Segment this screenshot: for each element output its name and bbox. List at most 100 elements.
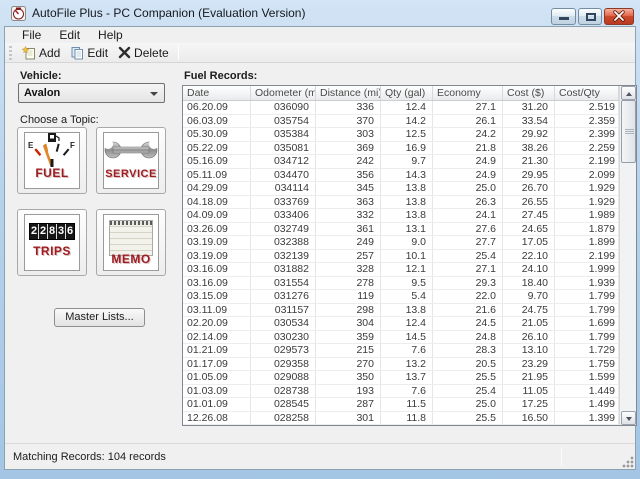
table-cell: 5.4 — [381, 290, 433, 303]
choose-topic-label: Choose a Topic: — [20, 114, 99, 126]
close-button[interactable] — [604, 8, 634, 25]
caption-buttons — [551, 8, 634, 25]
scroll-down-button[interactable] — [621, 411, 636, 425]
table-cell: 2.399 — [555, 128, 619, 141]
maximize-icon — [586, 13, 596, 21]
table-cell: 13.7 — [381, 371, 433, 384]
scrollbar-thumb[interactable] — [621, 100, 636, 163]
table-row[interactable]: 01.21.09 029573 215 7.6 28.3 13.10 1.729 — [183, 344, 636, 358]
table-cell: 7.6 — [381, 384, 433, 397]
column-header[interactable]: Odometer (mi) — [251, 86, 316, 100]
column-header[interactable]: Date — [183, 86, 251, 100]
column-header[interactable]: Cost ($) — [503, 86, 555, 100]
table-row[interactable]: 04.18.09 033769 363 13.8 26.3 26.55 1.929 — [183, 195, 636, 209]
maximize-button[interactable] — [578, 8, 602, 25]
table-cell: 24.2 — [433, 128, 503, 141]
table-row[interactable]: 02.14.09 030230 359 14.5 24.8 26.10 1.799 — [183, 330, 636, 344]
table-cell: 26.3 — [433, 195, 503, 208]
app-window: AutoFile Plus - PC Companion (Evaluation… — [0, 0, 640, 479]
table-row[interactable]: 05.11.09 034470 356 14.3 24.9 29.95 2.099 — [183, 168, 636, 182]
table-row[interactable]: 03.19.09 032388 249 9.0 27.7 17.05 1.899 — [183, 236, 636, 250]
table-row[interactable]: 03.16.09 031882 328 12.1 27.1 24.10 1.999 — [183, 263, 636, 277]
fuel-records-label: Fuel Records: — [184, 70, 258, 82]
table-cell: 01.17.09 — [183, 357, 251, 370]
table-cell: 1.939 — [555, 276, 619, 289]
title-bar[interactable]: AutoFile Plus - PC Companion (Evaluation… — [0, 0, 640, 26]
table-cell: 14.2 — [381, 114, 433, 127]
table-cell: 01.05.09 — [183, 371, 251, 384]
table-row[interactable]: 06.03.09 035754 370 14.2 26.1 33.54 2.359 — [183, 114, 636, 128]
table-cell: 24.1 — [433, 209, 503, 222]
table-cell: 034114 — [251, 182, 316, 195]
edit-button[interactable]: Edit — [65, 45, 113, 61]
table-cell: 369 — [316, 141, 381, 154]
matching-records-status: Matching Records: 104 records — [13, 451, 166, 463]
table-cell: 01.21.09 — [183, 344, 251, 357]
table-cell: 028738 — [251, 384, 316, 397]
table-cell: 24.9 — [433, 168, 503, 181]
table-cell: 119 — [316, 290, 381, 303]
table-cell: 1.999 — [555, 263, 619, 276]
table-cell: 370 — [316, 114, 381, 127]
table-cell: 01.03.09 — [183, 384, 251, 397]
column-header[interactable]: Economy — [433, 86, 503, 100]
odometer-digit: 3 — [56, 224, 65, 239]
service-button-label: SERVICE — [105, 168, 157, 180]
delete-button[interactable]: Delete — [113, 45, 174, 61]
table-cell: 336 — [316, 101, 381, 114]
table-cell: 1.449 — [555, 384, 619, 397]
minimize-button[interactable] — [551, 8, 576, 25]
table-row[interactable]: 02.20.09 030534 304 12.4 24.5 21.05 1.699 — [183, 317, 636, 331]
table-row[interactable]: 03.19.09 032139 257 10.1 25.4 22.10 2.199 — [183, 249, 636, 263]
client-area: File Edit Help Add Edit Delete Vehicle: … — [4, 26, 637, 470]
table-row[interactable]: 05.16.09 034712 242 9.7 24.9 21.30 2.199 — [183, 155, 636, 169]
column-header[interactable]: Distance (mi) — [316, 86, 381, 100]
table-row[interactable]: 03.16.09 031554 278 9.5 29.3 18.40 1.939 — [183, 276, 636, 290]
column-header[interactable]: Cost/Qty — [555, 86, 619, 100]
add-button[interactable]: Add — [17, 45, 65, 61]
table-row[interactable]: 06.20.09 036090 336 12.4 27.1 31.20 2.519 — [183, 101, 636, 115]
table-cell: 21.05 — [503, 317, 555, 330]
table-cell: 29.3 — [433, 276, 503, 289]
edit-button-label: Edit — [87, 45, 109, 60]
table-row[interactable]: 04.29.09 034114 345 13.8 25.0 26.70 1.929 — [183, 182, 636, 196]
table-cell: 359 — [316, 330, 381, 343]
table-cell: 14.5 — [381, 330, 433, 343]
table-row[interactable]: 12.26.08 028258 301 11.8 25.5 16.50 1.399 — [183, 411, 636, 425]
table-cell: 332 — [316, 209, 381, 222]
table-cell: 1.799 — [555, 330, 619, 343]
table-cell: 03.26.09 — [183, 222, 251, 235]
table-row[interactable]: 05.30.09 035384 303 12.5 24.2 29.92 2.399 — [183, 128, 636, 142]
table-cell: 2.359 — [555, 114, 619, 127]
table-row[interactable]: 01.05.09 029088 350 13.7 25.5 21.95 1.599 — [183, 371, 636, 385]
resize-grip[interactable] — [621, 455, 634, 468]
table-cell: 12.4 — [381, 317, 433, 330]
table-row[interactable]: 01.01.09 028545 287 11.5 25.0 17.25 1.499 — [183, 398, 636, 412]
menu-help[interactable]: Help — [89, 27, 132, 43]
table-row[interactable]: 03.11.09 031157 298 13.8 21.6 24.75 1.799 — [183, 303, 636, 317]
topic-button-service[interactable]: SERVICE — [96, 127, 166, 194]
topic-button-trips[interactable]: 22836 TRIPS — [17, 209, 87, 276]
scroll-up-button[interactable] — [621, 86, 636, 100]
topic-button-memo[interactable]: MEMO — [96, 209, 166, 276]
table-row[interactable]: 01.03.09 028738 193 7.6 25.4 11.05 1.449 — [183, 384, 636, 398]
topic-button-fuel[interactable]: E F FUEL — [17, 127, 87, 194]
table-cell: 24.65 — [503, 222, 555, 235]
menu-file[interactable]: File — [13, 27, 50, 43]
toolbar-gripper[interactable] — [9, 45, 12, 60]
table-row[interactable]: 05.22.09 035081 369 16.9 21.8 38.26 2.259 — [183, 141, 636, 155]
column-header[interactable]: Qty (gal) — [381, 86, 433, 100]
table-row[interactable]: 04.09.09 033406 332 13.8 24.1 27.45 1.989 — [183, 209, 636, 223]
vertical-scrollbar[interactable] — [619, 86, 636, 425]
vehicle-dropdown[interactable]: Avalon — [18, 83, 165, 103]
table-cell: 031157 — [251, 303, 316, 316]
master-lists-button[interactable]: Master Lists... — [54, 308, 145, 327]
table-cell: 029573 — [251, 344, 316, 357]
arrow-down-icon — [626, 417, 632, 421]
table-cell: 035081 — [251, 141, 316, 154]
table-row[interactable]: 03.15.09 031276 119 5.4 22.0 9.70 1.799 — [183, 290, 636, 304]
menu-edit[interactable]: Edit — [50, 27, 89, 43]
table-row[interactable]: 01.17.09 029358 270 13.2 20.5 23.29 1.759 — [183, 357, 636, 371]
table-row[interactable]: 03.26.09 032749 361 13.1 27.6 24.65 1.879 — [183, 222, 636, 236]
fuel-button-label: FUEL — [35, 166, 69, 180]
